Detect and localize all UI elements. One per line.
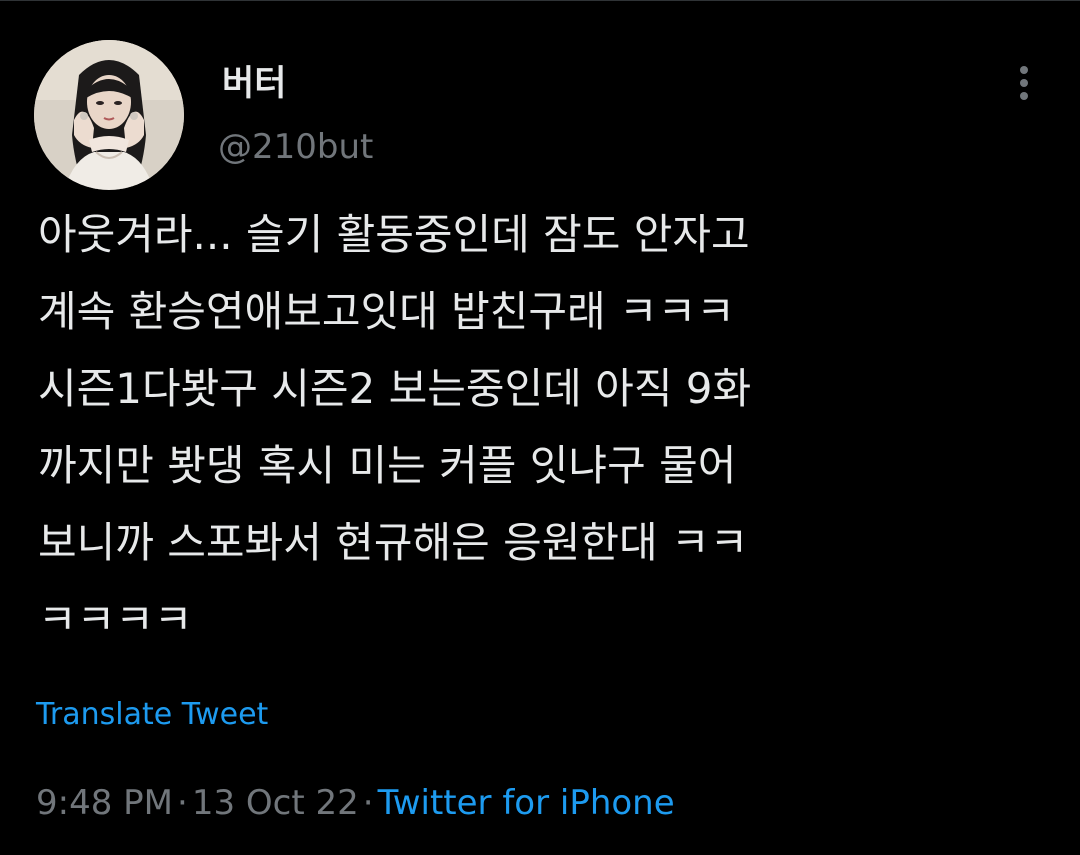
- tweet-text-line: 계속 환승연애보고잇대 밥친구래 ㅋㅋㅋ: [38, 287, 735, 336]
- tweet-text-line: ㅋㅋㅋㅋ: [38, 595, 193, 644]
- profile-photo-avatar-icon: [34, 40, 184, 190]
- meta-separator: ·: [177, 783, 188, 823]
- top-divider: [0, 0, 1080, 1]
- tweet-text: 아웃겨라... 슬기 활동중인데 잠도 안자고 계속 환승연애보고잇대 밥친구래…: [38, 196, 1048, 658]
- author-display-name[interactable]: 버터: [222, 62, 286, 106]
- more-options-button[interactable]: [1004, 60, 1044, 106]
- tweet-time[interactable]: 9:48 PM: [36, 783, 173, 823]
- tweet-text-line: 보니까 스포봐서 현규해은 응원한대 ㅋㅋ: [38, 518, 749, 567]
- tweet-source-link[interactable]: Twitter for iPhone: [378, 783, 675, 823]
- meta-separator: ·: [362, 783, 374, 823]
- author-avatar[interactable]: [34, 40, 184, 190]
- translate-tweet-link[interactable]: Translate Tweet: [36, 695, 268, 735]
- tweet-text-line: 아웃겨라... 슬기 활동중인데 잠도 안자고: [38, 210, 750, 259]
- tweet-text-line: 시즌1다봣구 시즌2 보는중인데 아직 9화: [38, 364, 752, 413]
- tweet-text-line: 까지만 봣댕 혹시 미는 커플 잇냐구 물어: [38, 441, 737, 490]
- author-handle[interactable]: @210but: [218, 125, 373, 169]
- tweet-date[interactable]: 13 Oct 22: [192, 783, 359, 823]
- tweet-metadata: 9:48 PM · 13 Oct 22 · Twitter for iPhone: [36, 781, 675, 825]
